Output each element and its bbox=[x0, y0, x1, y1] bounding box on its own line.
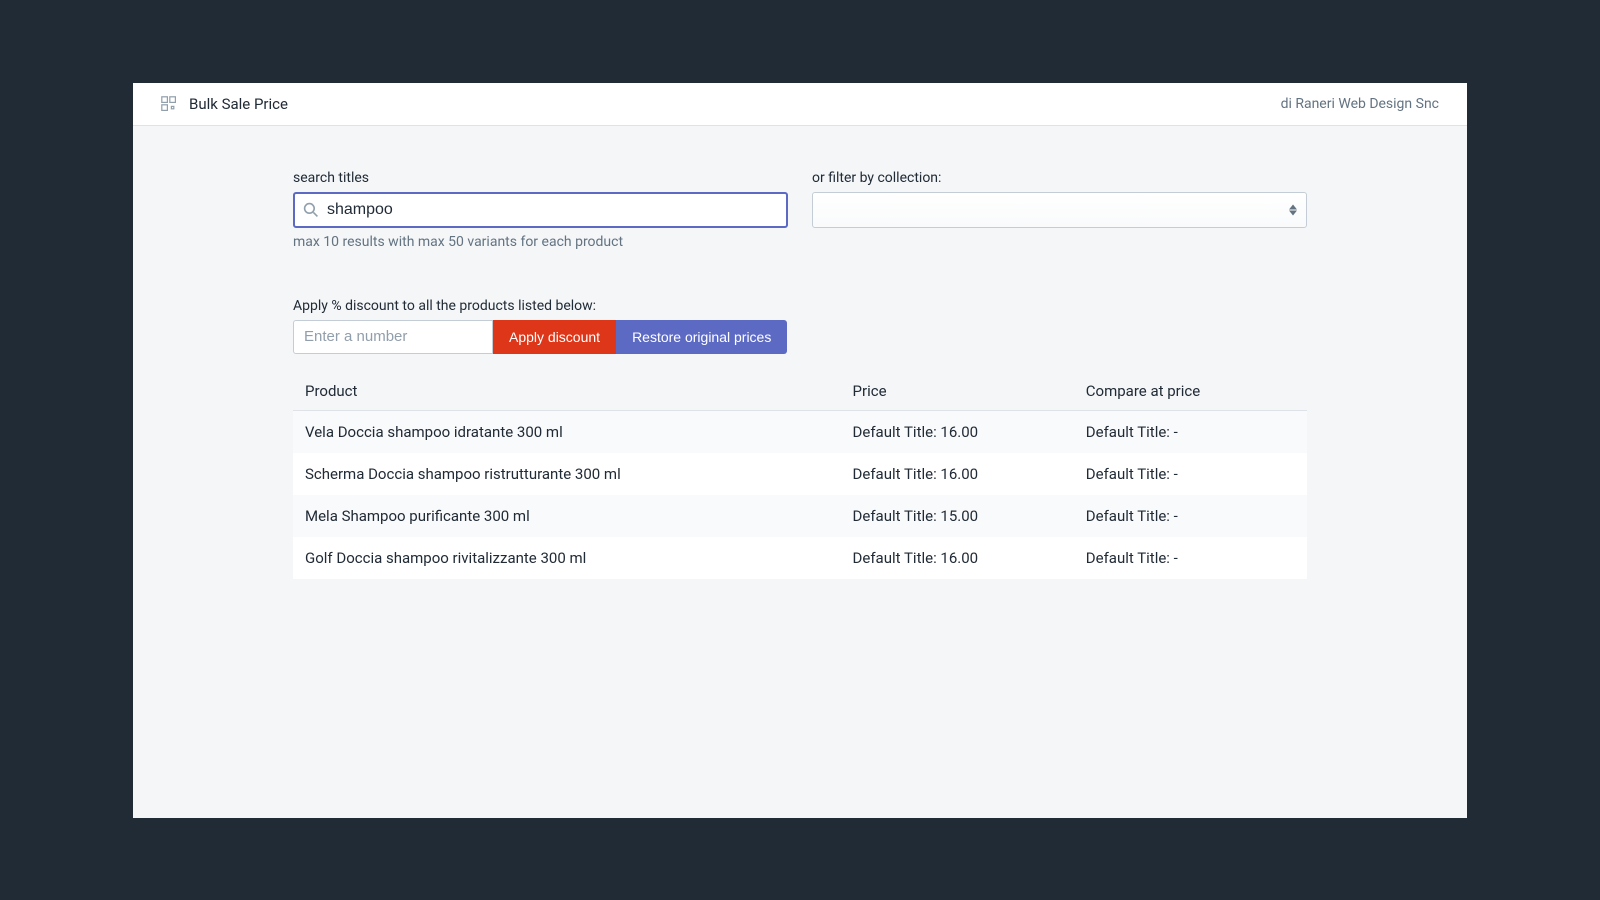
table-row: Scherma Doccia shampoo ristrutturante 30… bbox=[293, 453, 1307, 495]
filter-row: search titles max 10 results with max 50… bbox=[293, 170, 1307, 250]
product-name: Mela Shampoo purificante 300 ml bbox=[293, 495, 841, 537]
product-price: Default Title: 16.00 bbox=[841, 410, 1074, 453]
vendor-label: di Raneri Web Design Snc bbox=[1281, 96, 1439, 112]
product-name: Vela Doccia shampoo idratante 300 ml bbox=[293, 410, 841, 453]
product-name: Golf Doccia shampoo rivitalizzante 300 m… bbox=[293, 537, 841, 579]
discount-label: Apply % discount to all the products lis… bbox=[293, 298, 1307, 314]
title-bar: Bulk Sale Price di Raneri Web Design Snc bbox=[133, 83, 1467, 126]
collection-label: or filter by collection: bbox=[812, 170, 1307, 186]
product-compare: Default Title: - bbox=[1074, 537, 1307, 579]
restore-prices-button[interactable]: Restore original prices bbox=[616, 320, 787, 354]
collection-select-wrap bbox=[812, 192, 1307, 228]
product-price: Default Title: 16.00 bbox=[841, 453, 1074, 495]
product-price: Default Title: 15.00 bbox=[841, 495, 1074, 537]
table-row: Mela Shampoo purificante 300 ml Default … bbox=[293, 495, 1307, 537]
product-price: Default Title: 16.00 bbox=[841, 537, 1074, 579]
product-compare: Default Title: - bbox=[1074, 453, 1307, 495]
search-helper: max 10 results with max 50 variants for … bbox=[293, 234, 788, 250]
search-input-wrap bbox=[293, 192, 788, 228]
app-window: Bulk Sale Price di Raneri Web Design Snc… bbox=[133, 83, 1467, 818]
app-icon bbox=[161, 96, 177, 112]
collection-select[interactable] bbox=[812, 192, 1307, 228]
product-compare: Default Title: - bbox=[1074, 410, 1307, 453]
search-input[interactable] bbox=[293, 192, 788, 228]
main-content: search titles max 10 results with max 50… bbox=[133, 126, 1467, 818]
collection-col: or filter by collection: bbox=[812, 170, 1307, 250]
discount-input[interactable] bbox=[293, 320, 493, 354]
search-col: search titles max 10 results with max 50… bbox=[293, 170, 788, 250]
table-header-row: Product Price Compare at price bbox=[293, 372, 1307, 411]
table-row: Vela Doccia shampoo idratante 300 ml Def… bbox=[293, 410, 1307, 453]
search-label: search titles bbox=[293, 170, 788, 186]
page-title: Bulk Sale Price bbox=[189, 95, 288, 113]
header-product: Product bbox=[293, 372, 841, 411]
table-row: Golf Doccia shampoo rivitalizzante 300 m… bbox=[293, 537, 1307, 579]
product-name: Scherma Doccia shampoo ristrutturante 30… bbox=[293, 453, 841, 495]
discount-row: Apply discount Restore original prices bbox=[293, 320, 1307, 354]
search-icon bbox=[303, 202, 319, 218]
header-compare: Compare at price bbox=[1074, 372, 1307, 411]
product-compare: Default Title: - bbox=[1074, 495, 1307, 537]
title-bar-left: Bulk Sale Price bbox=[161, 95, 288, 113]
apply-discount-button[interactable]: Apply discount bbox=[493, 320, 616, 354]
products-table: Product Price Compare at price Vela Docc… bbox=[293, 372, 1307, 579]
header-price: Price bbox=[841, 372, 1074, 411]
